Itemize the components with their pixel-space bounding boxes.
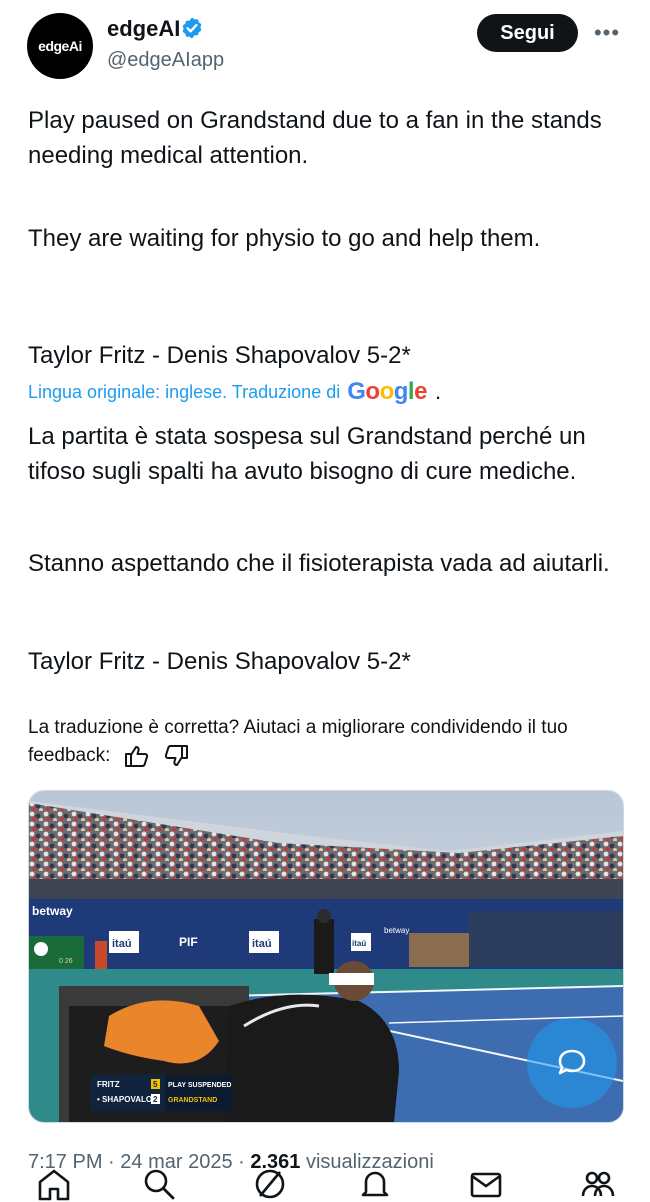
translation-source-label: Lingua originale: inglese. Traduzione di bbox=[28, 381, 341, 402]
verified-badge-icon bbox=[182, 17, 202, 39]
scoreboard-player-1-score: 5 bbox=[153, 1080, 158, 1089]
thumbs-up-icon[interactable] bbox=[124, 744, 150, 768]
scoreboard-court: GRANDSTAND bbox=[168, 1097, 217, 1104]
translated-paragraph: La partita è stata sospesa sul Grandstan… bbox=[28, 423, 586, 485]
feedback-prompt: La traduzione è corretta? Aiutaci a migl… bbox=[28, 717, 568, 766]
scoreboard-status: PLAY SUSPENDED bbox=[168, 1082, 231, 1089]
google-logo: Google bbox=[347, 378, 427, 405]
chat-bubble-icon bbox=[558, 1049, 586, 1075]
tweet-paragraph: Taylor Fritz - Denis Shapovalov 5-2* bbox=[28, 342, 411, 369]
avatar[interactable]: edgeAi bbox=[27, 13, 93, 79]
ad-betway: betway bbox=[384, 926, 409, 935]
grok-icon[interactable] bbox=[252, 1166, 288, 1202]
ad-betway: betway bbox=[32, 904, 73, 918]
tweet-paragraph: They are waiting for physio to go and he… bbox=[28, 225, 541, 252]
bottom-tab-bar bbox=[0, 1160, 650, 1202]
notifications-bell-icon[interactable] bbox=[357, 1166, 393, 1202]
rolex-score: 0 26 bbox=[59, 958, 73, 965]
display-name[interactable]: edgeAI bbox=[107, 16, 180, 42]
communities-icon[interactable] bbox=[580, 1166, 616, 1202]
home-icon[interactable] bbox=[36, 1166, 72, 1202]
tweet-paragraph: Play paused on Grandstand due to a fan i… bbox=[28, 107, 602, 169]
scoreboard-player-1: FRITZ bbox=[97, 1080, 120, 1089]
thumbs-down-icon[interactable] bbox=[163, 744, 189, 768]
ad-itau: itaú bbox=[112, 938, 132, 950]
handle[interactable]: @edgeAIapp bbox=[107, 49, 224, 72]
ad-pif: PIF bbox=[179, 935, 198, 949]
translation-note[interactable]: Lingua originale: inglese. Traduzione di… bbox=[28, 378, 441, 406]
period: . bbox=[434, 379, 442, 404]
translation-feedback: La traduzione è corretta? Aiutaci a migl… bbox=[28, 714, 628, 770]
follow-button[interactable]: Segui bbox=[477, 14, 578, 52]
search-icon[interactable] bbox=[141, 1166, 177, 1202]
floating-compose-button[interactable] bbox=[527, 1018, 617, 1108]
more-options-icon[interactable]: ••• bbox=[592, 18, 622, 48]
tweet-header: edgeAi edgeAI @edgeAIapp Segui ••• bbox=[0, 0, 650, 90]
messages-envelope-icon[interactable] bbox=[468, 1166, 504, 1202]
translated-paragraph: Stanno aspettando che il fisioterapista … bbox=[28, 550, 610, 577]
translated-paragraph: Taylor Fritz - Denis Shapovalov 5-2* bbox=[28, 648, 411, 675]
ad-itau: itaú bbox=[252, 938, 272, 950]
scoreboard-player-2-score: 2 bbox=[153, 1095, 158, 1104]
scoreboard-player-2: • SHAPOVALOV bbox=[97, 1095, 158, 1104]
ad-itau: itaú bbox=[352, 939, 366, 948]
